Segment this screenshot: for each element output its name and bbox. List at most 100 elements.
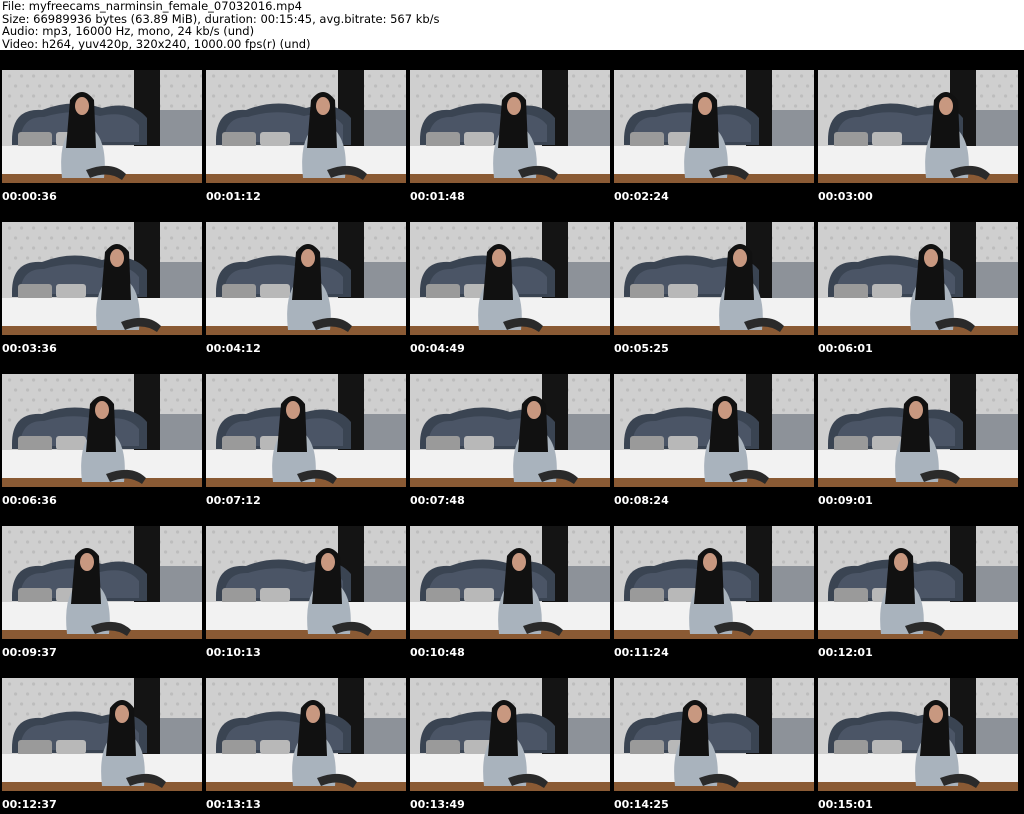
- video-frame-thumbnail: [410, 526, 610, 639]
- thumbnail-cell: 00:14:25: [614, 678, 814, 814]
- frame-scene-graphic: [614, 70, 814, 183]
- video-info-text: Video: h264, yuv420p, 320x240, 1000.00 f…: [2, 36, 311, 51]
- thumbnail-cell: 00:03:00: [818, 70, 1018, 206]
- video-frame-thumbnail: [410, 374, 610, 487]
- thumbnail-timestamp: 00:12:01: [818, 646, 873, 659]
- thumbnail-cell: 00:02:24: [614, 70, 814, 206]
- thumbnail-timestamp: 00:03:36: [2, 342, 57, 355]
- thumbnail-timestamp: 00:09:37: [2, 646, 57, 659]
- frame-scene-graphic: [206, 222, 406, 335]
- thumbnail-cell: 00:07:48: [410, 374, 610, 510]
- thumbnail-timestamp: 00:10:13: [206, 646, 261, 659]
- frame-scene-graphic: [410, 70, 610, 183]
- frame-scene-graphic: [410, 222, 610, 335]
- frame-scene-graphic: [206, 70, 406, 183]
- file-info-header: File: myfreecams_narminsin_female_070320…: [0, 0, 1024, 50]
- thumbnail-timestamp: 00:15:01: [818, 798, 873, 811]
- frame-scene-graphic: [818, 222, 1018, 335]
- thumbnail-cell: 00:13:13: [206, 678, 406, 814]
- thumbnail-cell: 00:10:48: [410, 526, 610, 662]
- frame-scene-graphic: [410, 374, 610, 487]
- video-frame-thumbnail: [206, 526, 406, 639]
- frame-scene-graphic: [818, 678, 1018, 791]
- thumbnail-timestamp: 00:06:01: [818, 342, 873, 355]
- thumbnail-cell: 00:13:49: [410, 678, 610, 814]
- video-frame-thumbnail: [614, 70, 814, 183]
- thumbnail-cell: 00:07:12: [206, 374, 406, 510]
- thumbnail-timestamp: 00:07:12: [206, 494, 261, 507]
- thumbnail-cell: 00:12:37: [2, 678, 202, 814]
- thumbnail-timestamp: 00:09:01: [818, 494, 873, 507]
- video-frame-thumbnail: [818, 526, 1018, 639]
- thumbnail-timestamp: 00:13:13: [206, 798, 261, 811]
- audio-info-text: Audio: mp3, 16000 Hz, mono, 24 kb/s (und…: [2, 24, 255, 38]
- frame-scene-graphic: [2, 526, 202, 639]
- video-frame-thumbnail: [818, 678, 1018, 791]
- thumbnail-timestamp: 00:13:49: [410, 798, 465, 811]
- video-frame-thumbnail: [818, 374, 1018, 487]
- frame-scene-graphic: [206, 526, 406, 639]
- video-frame-thumbnail: [2, 374, 202, 487]
- video-frame-thumbnail: [2, 678, 202, 791]
- thumbnail-timestamp: 00:00:36: [2, 190, 57, 203]
- frame-scene-graphic: [818, 374, 1018, 487]
- thumbnail-timestamp: 00:03:00: [818, 190, 873, 203]
- thumbnail-cell: 00:15:01: [818, 678, 1018, 814]
- video-frame-thumbnail: [206, 678, 406, 791]
- thumbnail-cell: 00:08:24: [614, 374, 814, 510]
- thumbnail-timestamp: 00:14:25: [614, 798, 669, 811]
- thumbnail-cell: 00:04:12: [206, 222, 406, 358]
- frame-scene-graphic: [818, 526, 1018, 639]
- thumbnail-cell: 00:09:37: [2, 526, 202, 662]
- video-frame-thumbnail: [206, 70, 406, 183]
- thumbnail-timestamp: 00:04:49: [410, 342, 465, 355]
- frame-scene-graphic: [818, 70, 1018, 183]
- thumbnail-timestamp: 00:12:37: [2, 798, 57, 811]
- thumbnail-cell: 00:06:01: [818, 222, 1018, 358]
- frame-scene-graphic: [614, 526, 814, 639]
- thumbnail-cell: 00:00:36: [2, 70, 202, 206]
- frame-scene-graphic: [2, 70, 202, 183]
- thumbnail-cell: 00:06:36: [2, 374, 202, 510]
- thumbnail-timestamp: 00:10:48: [410, 646, 465, 659]
- video-frame-thumbnail: [614, 222, 814, 335]
- thumbnail-cell: 00:01:48: [410, 70, 610, 206]
- thumbnail-timestamp: 00:02:24: [614, 190, 669, 203]
- video-frame-thumbnail: [614, 374, 814, 487]
- thumbnail-timestamp: 00:11:24: [614, 646, 669, 659]
- thumbnail-cell: 00:04:49: [410, 222, 610, 358]
- video-frame-thumbnail: [2, 222, 202, 335]
- video-frame-thumbnail: [206, 374, 406, 487]
- video-frame-thumbnail: [410, 678, 610, 791]
- frame-scene-graphic: [2, 374, 202, 487]
- video-frame-thumbnail: [410, 70, 610, 183]
- video-frame-thumbnail: [2, 70, 202, 183]
- frame-scene-graphic: [2, 678, 202, 791]
- thumbnail-timestamp: 00:04:12: [206, 342, 261, 355]
- file-name-text: File: myfreecams_narminsin_female_070320…: [2, 0, 302, 13]
- frame-scene-graphic: [410, 678, 610, 791]
- frame-scene-graphic: [614, 222, 814, 335]
- frame-scene-graphic: [614, 678, 814, 791]
- thumbnail-timestamp: 00:06:36: [2, 494, 57, 507]
- video-frame-thumbnail: [410, 222, 610, 335]
- thumbnail-timestamp: 00:08:24: [614, 494, 669, 507]
- thumbnail-timestamp: 00:01:48: [410, 190, 465, 203]
- thumbnail-cell: 00:09:01: [818, 374, 1018, 510]
- video-frame-thumbnail: [2, 526, 202, 639]
- video-frame-thumbnail: [614, 526, 814, 639]
- thumbnail-cell: 00:12:01: [818, 526, 1018, 662]
- thumbnail-cell: 00:03:36: [2, 222, 202, 358]
- thumbnail-timestamp: 00:01:12: [206, 190, 261, 203]
- thumbnail-timestamp: 00:05:25: [614, 342, 669, 355]
- frame-scene-graphic: [614, 374, 814, 487]
- thumbnail-cell: 00:05:25: [614, 222, 814, 358]
- thumbnail-cell: 00:01:12: [206, 70, 406, 206]
- video-frame-thumbnail: [206, 222, 406, 335]
- video-frame-thumbnail: [818, 70, 1018, 183]
- thumbnail-timestamp: 00:07:48: [410, 494, 465, 507]
- video-frame-thumbnail: [614, 678, 814, 791]
- frame-scene-graphic: [206, 374, 406, 487]
- frame-scene-graphic: [2, 222, 202, 335]
- frame-scene-graphic: [410, 526, 610, 639]
